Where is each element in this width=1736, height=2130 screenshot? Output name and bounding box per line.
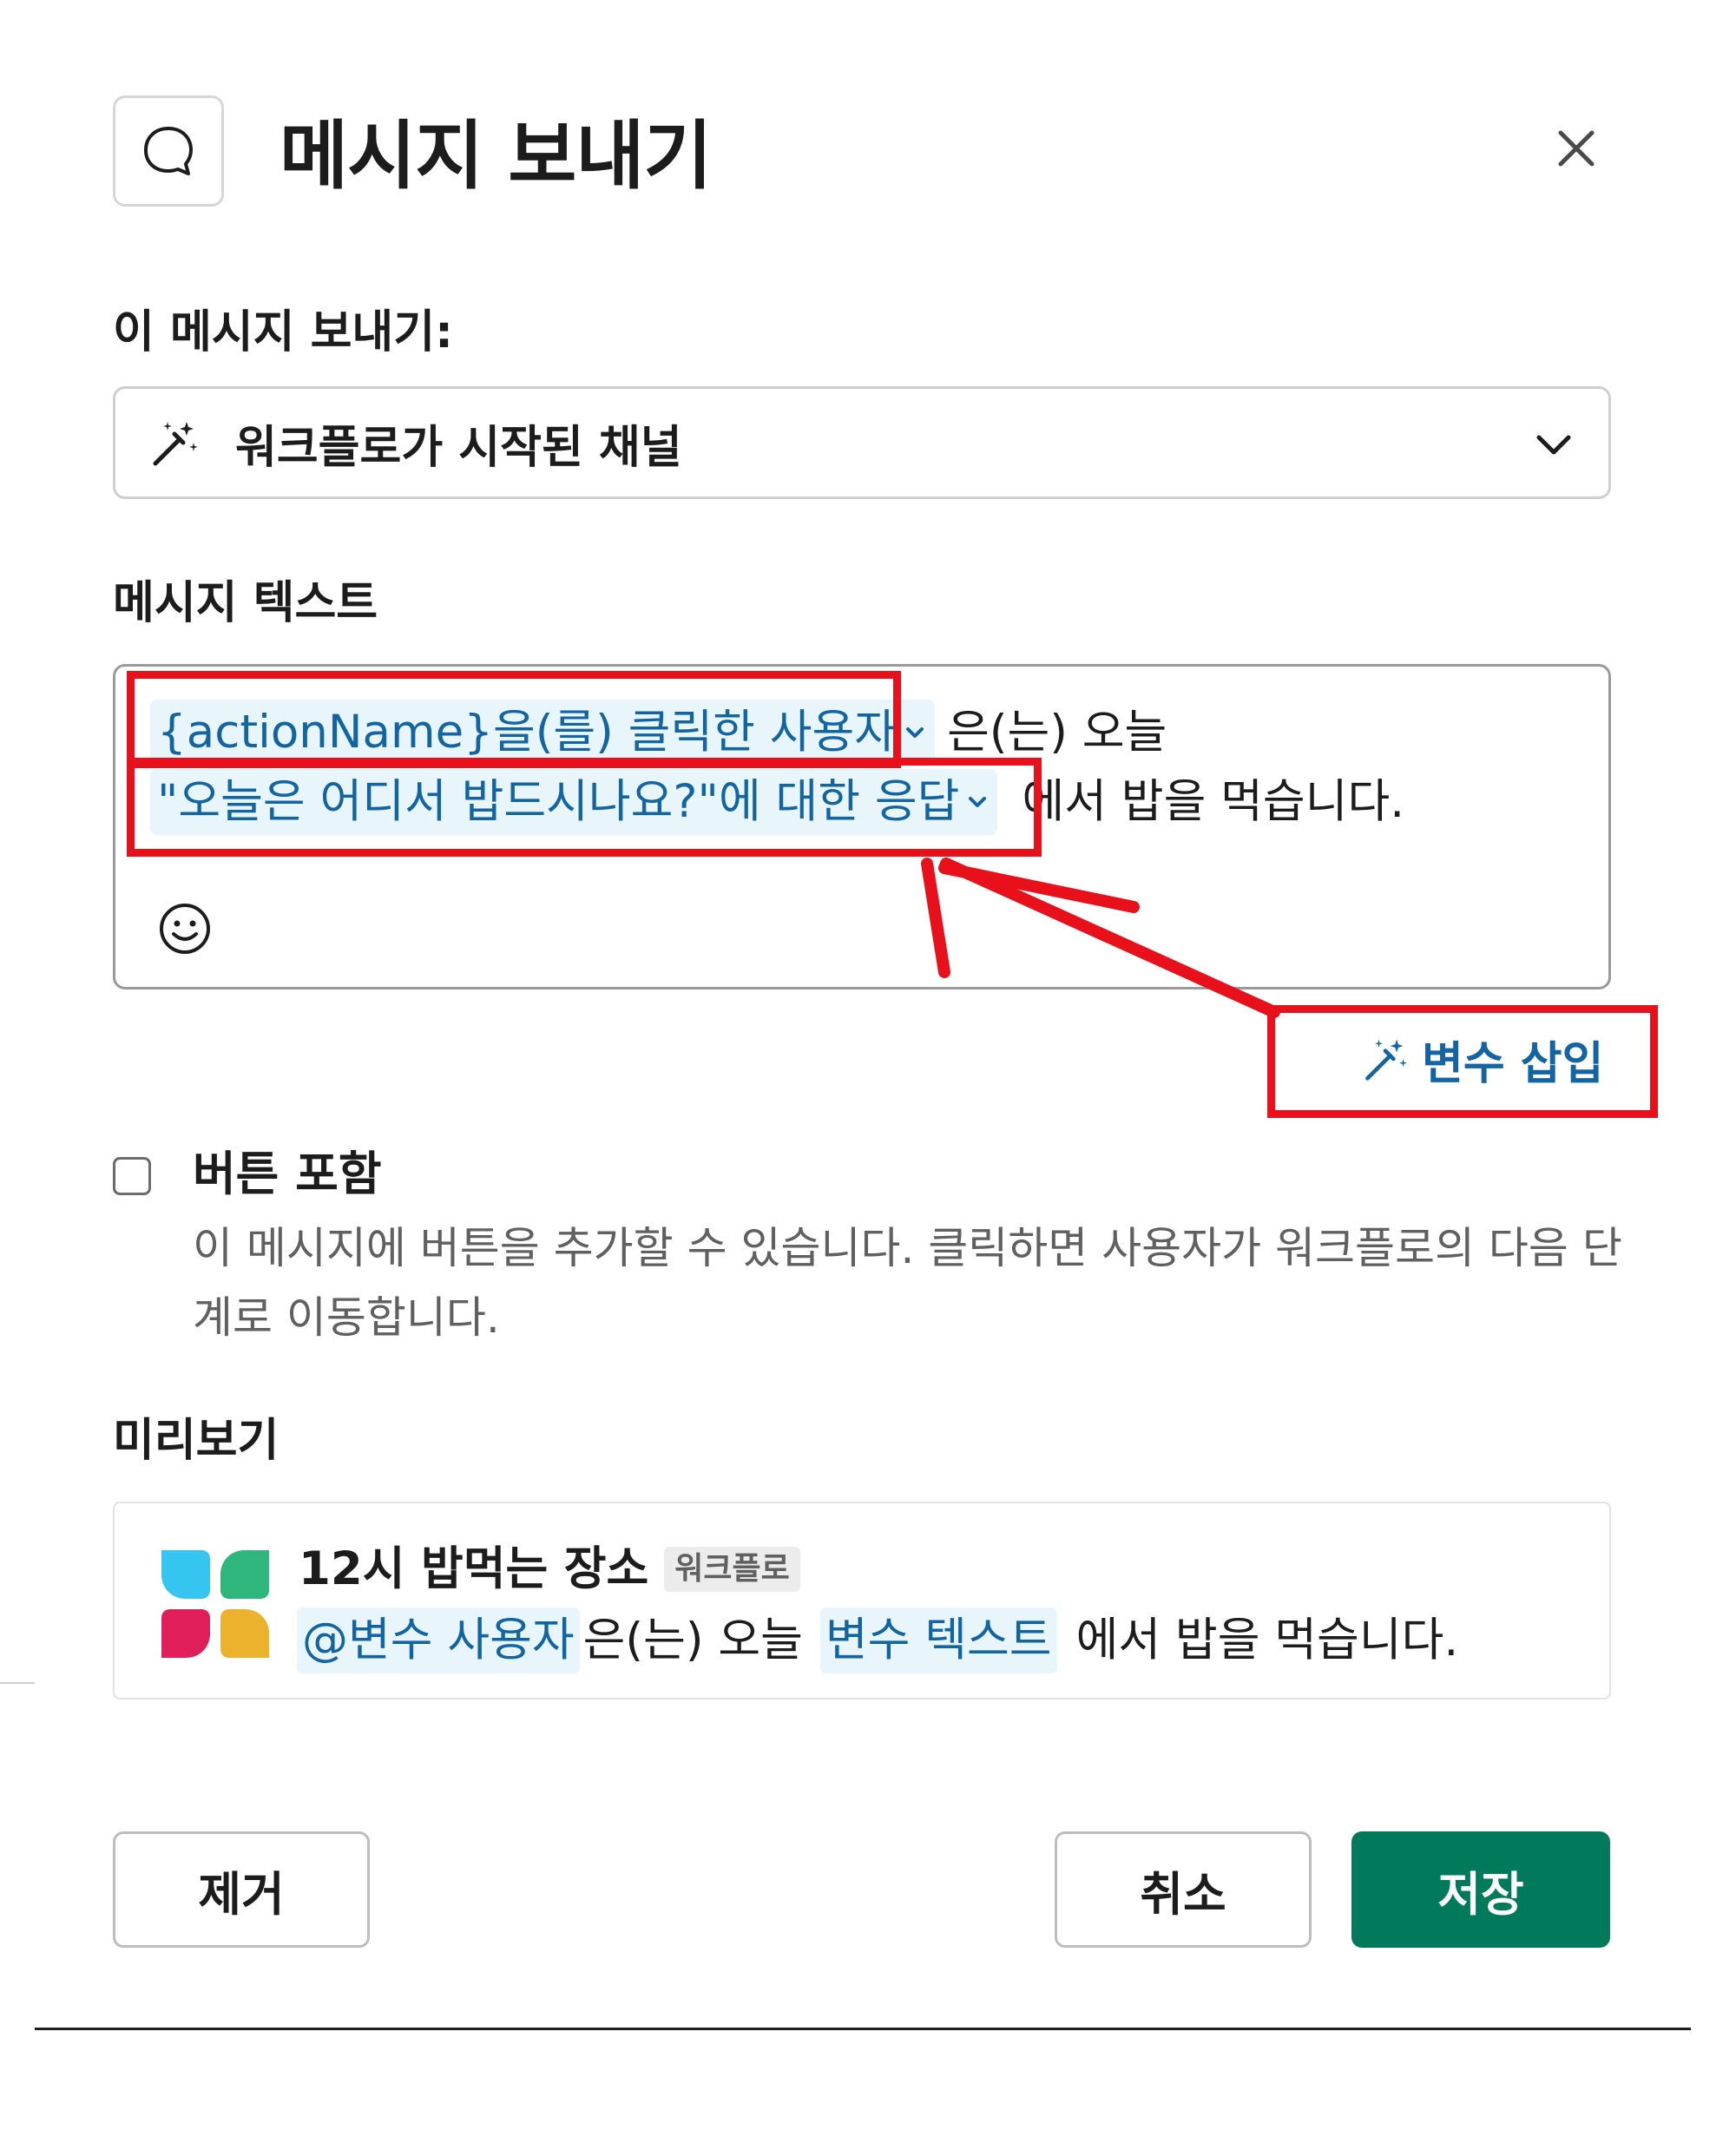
annotation-arrow — [921, 858, 1280, 1018]
